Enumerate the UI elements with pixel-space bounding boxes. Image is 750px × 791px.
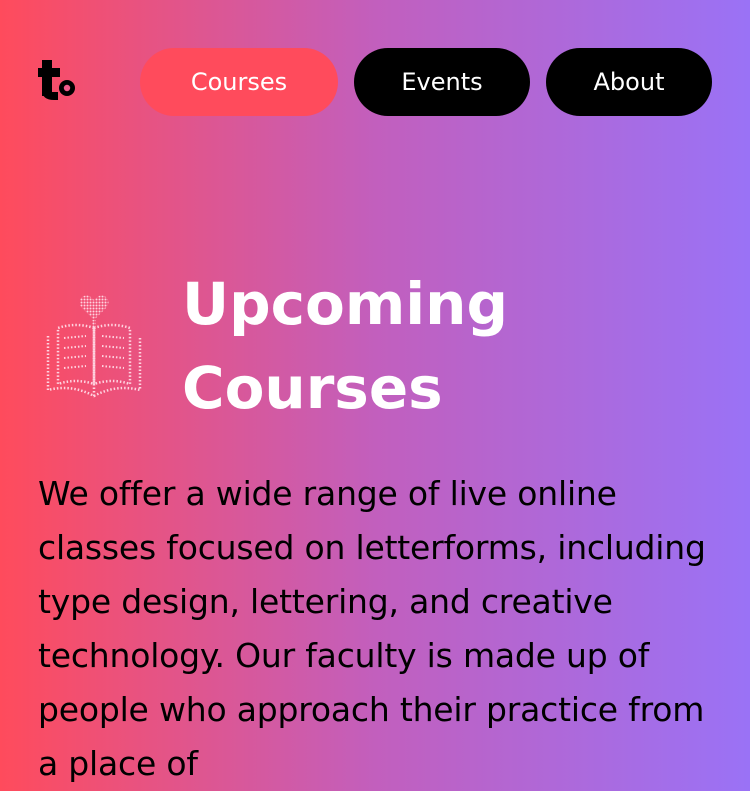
nav-about-button[interactable]: About	[546, 48, 712, 116]
intro-paragraph: We offer a wide range of live online cla…	[38, 474, 706, 783]
page-title-line1: Upcoming	[182, 270, 508, 338]
logo-t-icon	[38, 60, 75, 100]
page-title-line2: Courses	[182, 354, 443, 422]
nav-courses-label: Courses	[190, 68, 288, 96]
page-title: Upcoming Courses	[182, 262, 722, 430]
nav-about-label: About	[593, 68, 665, 96]
nav-events-label: Events	[401, 68, 483, 96]
nav-events-button[interactable]: Events	[354, 48, 530, 116]
book-heart-icon	[44, 292, 144, 400]
site-logo[interactable]	[38, 60, 80, 104]
nav-courses-button[interactable]: Courses	[140, 48, 338, 116]
